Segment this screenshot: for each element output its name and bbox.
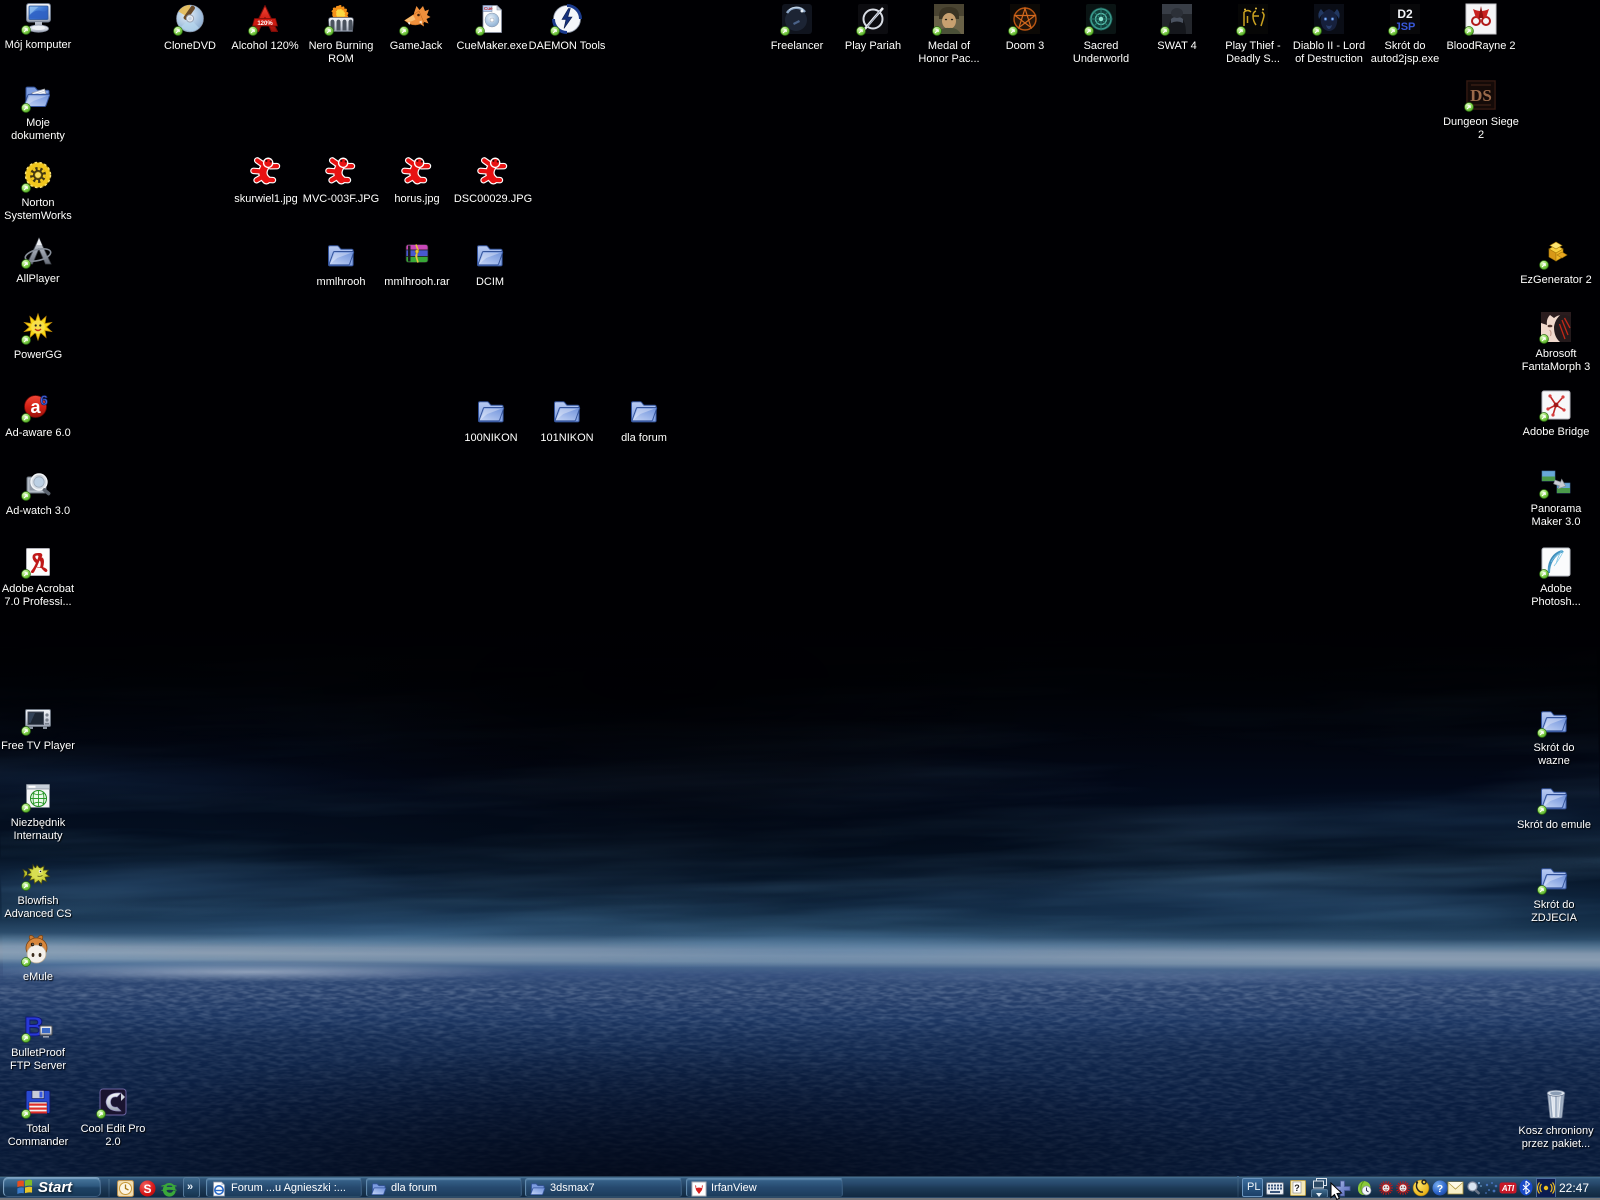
svg-text:S: S <box>143 1182 151 1196</box>
svg-text:ATI: ATI <box>1501 1184 1515 1193</box>
svg-text:?: ? <box>1437 1183 1443 1195</box>
svg-text:6: 6 <box>40 392 48 408</box>
svg-text:D2: D2 <box>1397 7 1413 21</box>
svg-text:?: ? <box>1294 1183 1300 1193</box>
svg-text:120%: 120% <box>257 21 273 27</box>
svg-text:Cue: Cue <box>484 6 493 11</box>
